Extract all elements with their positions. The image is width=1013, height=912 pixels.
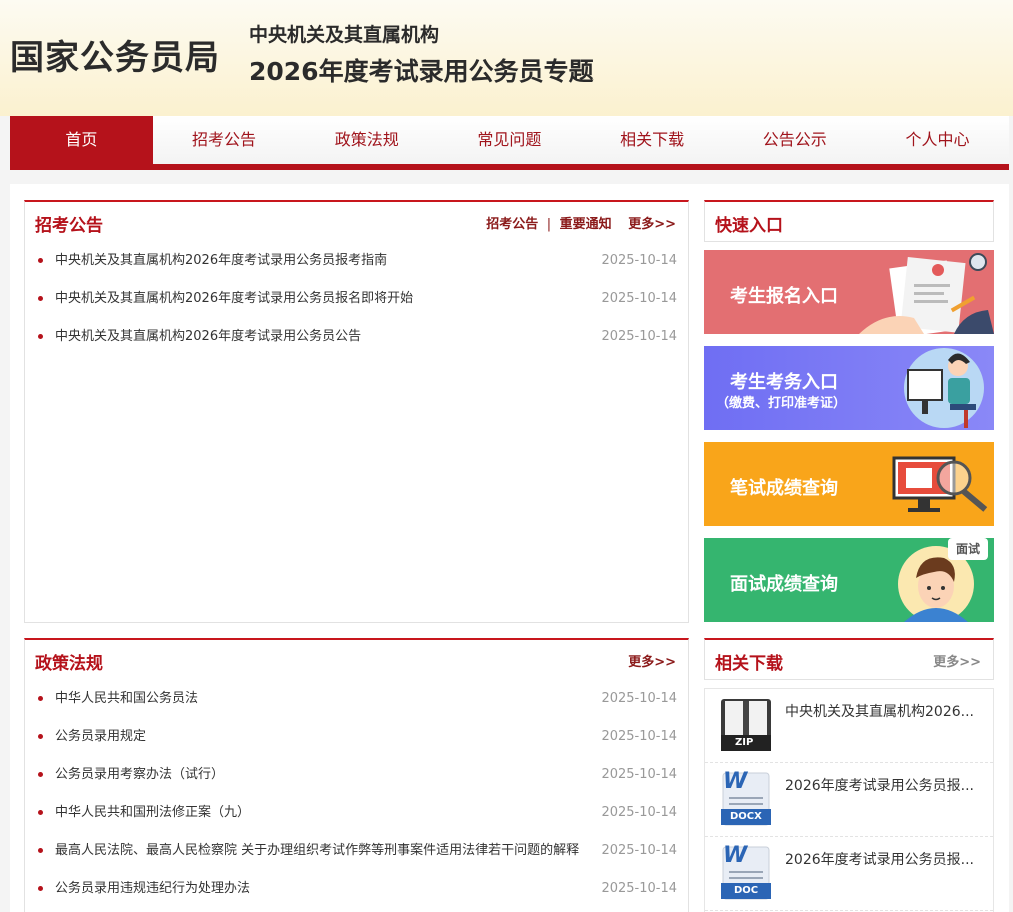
downloads-panel-title: 相关下载 <box>715 654 783 674</box>
quick-panel-title: 快速入口 <box>715 216 783 236</box>
list-item[interactable]: 中央机关及其直属机构2026年度考试录用公务员公告 2025-10-14 <box>25 318 688 356</box>
list-item-date: 2025-10-14 <box>601 843 677 858</box>
magnifier-monitor-icon <box>892 456 988 512</box>
list-item[interactable]: 中华人民共和国公务员法 2025-10-14 <box>25 680 688 718</box>
list-item[interactable]: 公务员录用规定 2025-10-14 <box>25 718 688 756</box>
word-letter-icon: W <box>723 843 748 868</box>
recruit-link-announcements[interactable]: 招考公告 <box>486 217 538 232</box>
bullet-icon <box>38 810 43 815</box>
recruit-list: 中央机关及其直属机构2026年度考试录用公务员报考指南 2025-10-14 中央… <box>25 242 688 356</box>
computer-user-icon <box>904 348 984 428</box>
list-item-date: 2025-10-14 <box>601 729 677 744</box>
recruit-panel: 招考公告 招考公告 | 重要通知 更多>> 中央机关及其直属机构2026年度考试… <box>24 200 689 623</box>
interview-bubble-label: 面试 <box>956 542 981 556</box>
list-item-title[interactable]: 中华人民共和国刑法修正案（九） <box>55 805 250 820</box>
policy-panel-title: 政策法规 <box>35 654 103 674</box>
download-item-name[interactable]: 2026年度考试录用公务员报... <box>785 775 974 795</box>
nav-item-policy[interactable]: 政策法规 <box>295 116 438 164</box>
list-item-title[interactable]: 中华人民共和国公务员法 <box>55 691 198 706</box>
bullet-icon <box>38 258 43 263</box>
exam-affairs-entry-label: 考生考务入口 <box>730 372 838 393</box>
list-item-title[interactable]: 公务员录用考察办法（试行） <box>55 767 224 782</box>
list-item[interactable]: 中央机关及其直属机构2026年度考试录用公务员报名即将开始 2025-10-14 <box>25 280 688 318</box>
list-item[interactable]: 公务员录用考察办法（试行） 2025-10-14 <box>25 756 688 794</box>
main-nav: 首页 招考公告 政策法规 常见问题 相关下载 公告公示 个人中心 <box>10 116 1009 170</box>
list-item-date: 2025-10-14 <box>601 329 677 344</box>
recruit-link-important[interactable]: 重要通知 <box>560 217 612 232</box>
download-item[interactable]: ZIP 中央机关及其直属机构2026... <box>705 689 993 763</box>
list-item-date: 2025-10-14 <box>601 691 677 706</box>
written-score-query-label: 笔试成绩查询 <box>730 478 838 499</box>
download-type-label: ZIP <box>735 737 754 748</box>
written-score-query-button[interactable]: 笔试成绩查询 <box>704 442 994 526</box>
list-item-date: 2025-10-14 <box>601 291 677 306</box>
nav-item-recruit[interactable]: 招考公告 <box>153 116 296 164</box>
download-item[interactable]: W DOC 2026年度考试录用公务员报... <box>705 837 993 911</box>
header-topic: 2026年度考试录用公务员专题 <box>249 57 594 86</box>
nav-item-notices[interactable]: 公告公示 <box>723 116 866 164</box>
list-item-date: 2025-10-14 <box>601 767 677 782</box>
bullet-icon <box>38 886 43 891</box>
list-item[interactable]: 中华人民共和国刑法修正案（九） 2025-10-14 <box>25 794 688 832</box>
link-separator: | <box>546 217 552 232</box>
downloads-more-link[interactable]: 更多>> <box>933 651 981 670</box>
list-item-date: 2025-10-14 <box>601 253 677 268</box>
policy-list: 中华人民共和国公务员法 2025-10-14 公务员录用规定 2025-10-14 … <box>25 680 688 908</box>
site-header: 国家公务员局 中央机关及其直属机构 2026年度考试录用公务员专题 <box>0 0 1013 116</box>
list-item-title[interactable]: 中央机关及其直属机构2026年度考试录用公务员报考指南 <box>55 253 387 268</box>
register-entry-button[interactable]: 考生报名入口 <box>704 250 994 334</box>
bullet-icon <box>38 734 43 739</box>
downloads-panel: 相关下载 更多>> <box>704 638 994 680</box>
download-type-label: DOCX <box>730 811 762 822</box>
interview-score-query-label: 面试成绩查询 <box>730 574 838 595</box>
recruit-more-link[interactable]: 更多>> <box>628 217 676 232</box>
list-item-date: 2025-10-14 <box>601 805 677 820</box>
interview-score-query-button[interactable]: 面试成绩查询 面试 <box>704 538 994 622</box>
bullet-icon <box>38 772 43 777</box>
nav-item-downloads[interactable]: 相关下载 <box>581 116 724 164</box>
policy-panel: 政策法规 更多>> 中华人民共和国公务员法 2025-10-14 公务员录用规定 2… <box>24 638 689 912</box>
download-type-label: DOC <box>734 885 759 896</box>
list-item-title[interactable]: 中央机关及其直属机构2026年度考试录用公务员报名即将开始 <box>55 291 413 306</box>
exam-affairs-entry-sublabel: （缴费、打印准考证） <box>716 396 847 411</box>
site-logo[interactable]: 国家公务员局 <box>10 30 220 79</box>
list-item[interactable]: 最高人民法院、最高人民检察院 关于办理组织考试作弊等刑事案件适用法律若干问题的解… <box>25 832 688 870</box>
bullet-icon <box>38 296 43 301</box>
recruit-panel-title: 招考公告 <box>35 216 103 236</box>
list-item[interactable]: 中央机关及其直属机构2026年度考试录用公务员报考指南 2025-10-14 <box>25 242 688 280</box>
nav-item-faq[interactable]: 常见问题 <box>438 116 581 164</box>
header-org: 中央机关及其直属机构 <box>249 24 440 46</box>
list-item-title[interactable]: 公务员录用规定 <box>55 729 146 744</box>
list-item[interactable]: 公务员录用违规违纪行为处理办法 2025-10-14 <box>25 870 688 908</box>
quick-panel: 快速入口 <box>704 200 994 242</box>
exam-affairs-entry-button[interactable]: 考生考务入口 （缴费、打印准考证） <box>704 346 994 430</box>
download-item-name[interactable]: 2026年度考试录用公务员报... <box>785 849 974 869</box>
nav-item-personal[interactable]: 个人中心 <box>866 116 1009 164</box>
bullet-icon <box>38 334 43 339</box>
download-item[interactable]: W DOCX 2026年度考试录用公务员报... <box>705 763 993 837</box>
register-entry-label: 考生报名入口 <box>730 286 838 307</box>
recruit-panel-links: 招考公告 | 重要通知 更多>> <box>486 213 676 232</box>
nav-item-home[interactable]: 首页 <box>10 116 153 164</box>
list-item-title[interactable]: 最高人民法院、最高人民检察院 关于办理组织考试作弊等刑事案件适用法律若干问题的解… <box>55 843 579 858</box>
bullet-icon <box>38 848 43 853</box>
list-item-title[interactable]: 中央机关及其直属机构2026年度考试录用公务员公告 <box>55 329 361 344</box>
list-item-date: 2025-10-14 <box>601 881 677 896</box>
word-letter-icon: W <box>723 769 748 794</box>
document-sign-icon <box>859 253 994 334</box>
list-item-title[interactable]: 公务员录用违规违纪行为处理办法 <box>55 881 250 896</box>
policy-more-link[interactable]: 更多>> <box>628 651 676 670</box>
download-item-name[interactable]: 中央机关及其直属机构2026... <box>785 701 974 721</box>
bullet-icon <box>38 696 43 701</box>
